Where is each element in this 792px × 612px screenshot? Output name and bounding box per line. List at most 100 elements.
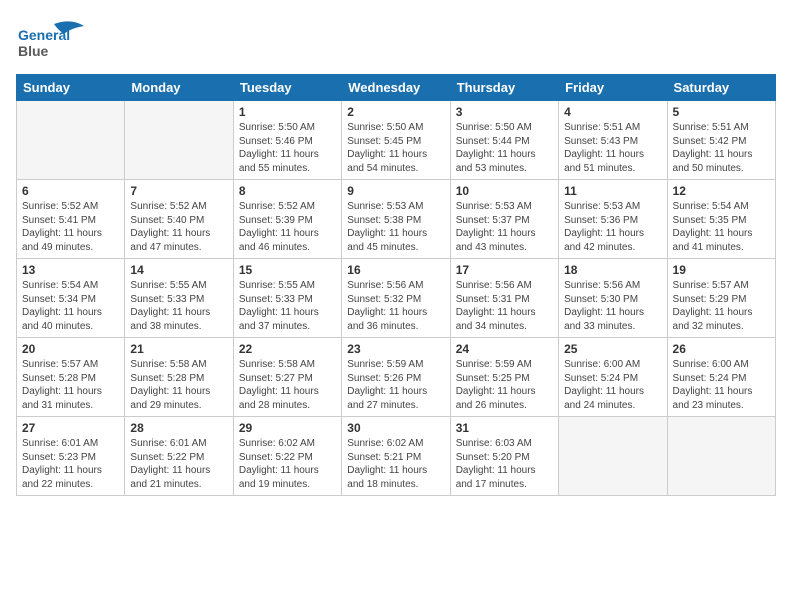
calendar-cell: 2Sunrise: 5:50 AM Sunset: 5:45 PM Daylig… bbox=[342, 101, 450, 180]
day-number: 8 bbox=[239, 184, 336, 198]
calendar-cell: 7 Sunrise: 5:52 AM Sunset: 5:40 PM Daylig… bbox=[125, 180, 233, 259]
calendar-cell: 13Sunrise: 5:54 AM Sunset: 5:34 PM Dayli… bbox=[17, 259, 125, 338]
calendar-cell: 22 Sunrise: 5:58 AM Sunset: 5:27 PM Dayli… bbox=[233, 338, 341, 417]
day-info: Sunrise: 5:59 AM Sunset: 5:26 PM Dayligh… bbox=[347, 358, 444, 412]
svg-text:General: General bbox=[18, 27, 70, 43]
day-header-wednesday: Wednesday bbox=[342, 75, 450, 101]
calendar-cell: 19 Sunrise: 5:57 AM Sunset: 5:29 PM Dayli… bbox=[667, 259, 775, 338]
day-header-tuesday: Tuesday bbox=[233, 75, 341, 101]
day-info: Sunrise: 5:53 AM Sunset: 5:38 PM Dayligh… bbox=[347, 200, 444, 254]
day-info: Sunrise: 5:58 AM Sunset: 5:28 PM Dayligh… bbox=[130, 358, 227, 412]
calendar-cell: 12 Sunrise: 5:54 AM Sunset: 5:35 PM Dayli… bbox=[667, 180, 775, 259]
calendar-cell bbox=[667, 417, 775, 496]
day-info: Sunrise: 5:50 AM Sunset: 5:44 PM Dayligh… bbox=[456, 121, 553, 175]
calendar-cell: 29 Sunrise: 6:02 AM Sunset: 5:22 PM Dayli… bbox=[233, 417, 341, 496]
day-number: 9 bbox=[347, 184, 444, 198]
day-info: Sunrise: 5:54 AM Sunset: 5:34 PM Dayligh… bbox=[22, 279, 119, 333]
day-header-thursday: Thursday bbox=[450, 75, 558, 101]
calendar-cell: 16 Sunrise: 5:56 AM Sunset: 5:32 PM Dayli… bbox=[342, 259, 450, 338]
calendar-cell: 3 Sunrise: 5:50 AM Sunset: 5:44 PM Daylig… bbox=[450, 101, 558, 180]
day-number: 12 bbox=[673, 184, 770, 198]
day-header-sunday: Sunday bbox=[17, 75, 125, 101]
day-info: Sunrise: 5:51 AM Sunset: 5:43 PM Dayligh… bbox=[564, 121, 661, 175]
day-number: 1 bbox=[239, 105, 336, 119]
calendar-week-row: 1 Sunrise: 5:50 AM Sunset: 5:46 PM Daylig… bbox=[17, 101, 776, 180]
day-header-monday: Monday bbox=[125, 75, 233, 101]
day-number: 6 bbox=[22, 184, 119, 198]
day-number: 5 bbox=[673, 105, 770, 119]
calendar-cell: 26Sunrise: 6:00 AM Sunset: 5:24 PM Dayli… bbox=[667, 338, 775, 417]
calendar-cell: 9 Sunrise: 5:53 AM Sunset: 5:38 PM Daylig… bbox=[342, 180, 450, 259]
day-number: 25 bbox=[564, 342, 661, 356]
day-number: 29 bbox=[239, 421, 336, 435]
day-number: 18 bbox=[564, 263, 661, 277]
day-header-saturday: Saturday bbox=[667, 75, 775, 101]
day-info: Sunrise: 5:52 AM Sunset: 5:41 PM Dayligh… bbox=[22, 200, 119, 254]
calendar-cell: 23 Sunrise: 5:59 AM Sunset: 5:26 PM Dayli… bbox=[342, 338, 450, 417]
day-number: 19 bbox=[673, 263, 770, 277]
day-info: Sunrise: 5:56 AM Sunset: 5:32 PM Dayligh… bbox=[347, 279, 444, 333]
calendar-cell: 5 Sunrise: 5:51 AM Sunset: 5:42 PM Daylig… bbox=[667, 101, 775, 180]
day-info: Sunrise: 5:57 AM Sunset: 5:28 PM Dayligh… bbox=[22, 358, 119, 412]
calendar-cell: 17 Sunrise: 5:56 AM Sunset: 5:31 PM Dayli… bbox=[450, 259, 558, 338]
svg-text:Blue: Blue bbox=[18, 43, 49, 59]
calendar-cell bbox=[17, 101, 125, 180]
day-info: Sunrise: 5:59 AM Sunset: 5:25 PM Dayligh… bbox=[456, 358, 553, 412]
day-number: 2 bbox=[347, 105, 444, 119]
calendar-week-row: 27 Sunrise: 6:01 AM Sunset: 5:23 PM Dayli… bbox=[17, 417, 776, 496]
page-header: General Blue bbox=[16, 16, 776, 66]
calendar-cell: 24Sunrise: 5:59 AM Sunset: 5:25 PM Dayli… bbox=[450, 338, 558, 417]
calendar-cell: 11 Sunrise: 5:53 AM Sunset: 5:36 PM Dayli… bbox=[559, 180, 667, 259]
day-number: 31 bbox=[456, 421, 553, 435]
day-info: Sunrise: 5:56 AM Sunset: 5:31 PM Dayligh… bbox=[456, 279, 553, 333]
day-info: Sunrise: 5:52 AM Sunset: 5:39 PM Dayligh… bbox=[239, 200, 336, 254]
logo: General Blue bbox=[16, 16, 86, 66]
day-number: 28 bbox=[130, 421, 227, 435]
day-info: Sunrise: 6:02 AM Sunset: 5:21 PM Dayligh… bbox=[347, 437, 444, 491]
calendar-table: SundayMondayTuesdayWednesdayThursdayFrid… bbox=[16, 74, 776, 496]
calendar-cell: 6 Sunrise: 5:52 AM Sunset: 5:41 PM Daylig… bbox=[17, 180, 125, 259]
day-number: 21 bbox=[130, 342, 227, 356]
calendar-week-row: 6 Sunrise: 5:52 AM Sunset: 5:41 PM Daylig… bbox=[17, 180, 776, 259]
day-number: 22 bbox=[239, 342, 336, 356]
day-info: Sunrise: 5:55 AM Sunset: 5:33 PM Dayligh… bbox=[130, 279, 227, 333]
day-info: Sunrise: 5:54 AM Sunset: 5:35 PM Dayligh… bbox=[673, 200, 770, 254]
day-info: Sunrise: 5:52 AM Sunset: 5:40 PM Dayligh… bbox=[130, 200, 227, 254]
day-info: Sunrise: 6:00 AM Sunset: 5:24 PM Dayligh… bbox=[564, 358, 661, 412]
calendar-header-row: SundayMondayTuesdayWednesdayThursdayFrid… bbox=[17, 75, 776, 101]
day-info: Sunrise: 5:56 AM Sunset: 5:30 PM Dayligh… bbox=[564, 279, 661, 333]
day-header-friday: Friday bbox=[559, 75, 667, 101]
calendar-cell: 1 Sunrise: 5:50 AM Sunset: 5:46 PM Daylig… bbox=[233, 101, 341, 180]
day-info: Sunrise: 6:01 AM Sunset: 5:22 PM Dayligh… bbox=[130, 437, 227, 491]
day-number: 23 bbox=[347, 342, 444, 356]
day-number: 26 bbox=[673, 342, 770, 356]
calendar-cell: 21 Sunrise: 5:58 AM Sunset: 5:28 PM Dayli… bbox=[125, 338, 233, 417]
day-info: Sunrise: 5:57 AM Sunset: 5:29 PM Dayligh… bbox=[673, 279, 770, 333]
day-info: Sunrise: 6:02 AM Sunset: 5:22 PM Dayligh… bbox=[239, 437, 336, 491]
day-number: 7 bbox=[130, 184, 227, 198]
day-number: 15 bbox=[239, 263, 336, 277]
day-number: 17 bbox=[456, 263, 553, 277]
day-number: 4 bbox=[564, 105, 661, 119]
calendar-cell: 10 Sunrise: 5:53 AM Sunset: 5:37 PM Dayli… bbox=[450, 180, 558, 259]
day-number: 30 bbox=[347, 421, 444, 435]
calendar-cell: 8 Sunrise: 5:52 AM Sunset: 5:39 PM Daylig… bbox=[233, 180, 341, 259]
calendar-cell: 27 Sunrise: 6:01 AM Sunset: 5:23 PM Dayli… bbox=[17, 417, 125, 496]
day-info: Sunrise: 5:53 AM Sunset: 5:36 PM Dayligh… bbox=[564, 200, 661, 254]
day-number: 11 bbox=[564, 184, 661, 198]
day-number: 20 bbox=[22, 342, 119, 356]
day-number: 3 bbox=[456, 105, 553, 119]
calendar-week-row: 20 Sunrise: 5:57 AM Sunset: 5:28 PM Dayli… bbox=[17, 338, 776, 417]
calendar-cell: 20 Sunrise: 5:57 AM Sunset: 5:28 PM Dayli… bbox=[17, 338, 125, 417]
day-info: Sunrise: 5:50 AM Sunset: 5:46 PM Dayligh… bbox=[239, 121, 336, 175]
day-info: Sunrise: 5:53 AM Sunset: 5:37 PM Dayligh… bbox=[456, 200, 553, 254]
day-number: 27 bbox=[22, 421, 119, 435]
calendar-cell: 28 Sunrise: 6:01 AM Sunset: 5:22 PM Dayli… bbox=[125, 417, 233, 496]
day-number: 10 bbox=[456, 184, 553, 198]
calendar-cell: 15Sunrise: 5:55 AM Sunset: 5:33 PM Dayli… bbox=[233, 259, 341, 338]
day-info: Sunrise: 5:58 AM Sunset: 5:27 PM Dayligh… bbox=[239, 358, 336, 412]
day-info: Sunrise: 5:51 AM Sunset: 5:42 PM Dayligh… bbox=[673, 121, 770, 175]
calendar-cell: 18 Sunrise: 5:56 AM Sunset: 5:30 PM Dayli… bbox=[559, 259, 667, 338]
day-info: Sunrise: 6:01 AM Sunset: 5:23 PM Dayligh… bbox=[22, 437, 119, 491]
day-number: 16 bbox=[347, 263, 444, 277]
